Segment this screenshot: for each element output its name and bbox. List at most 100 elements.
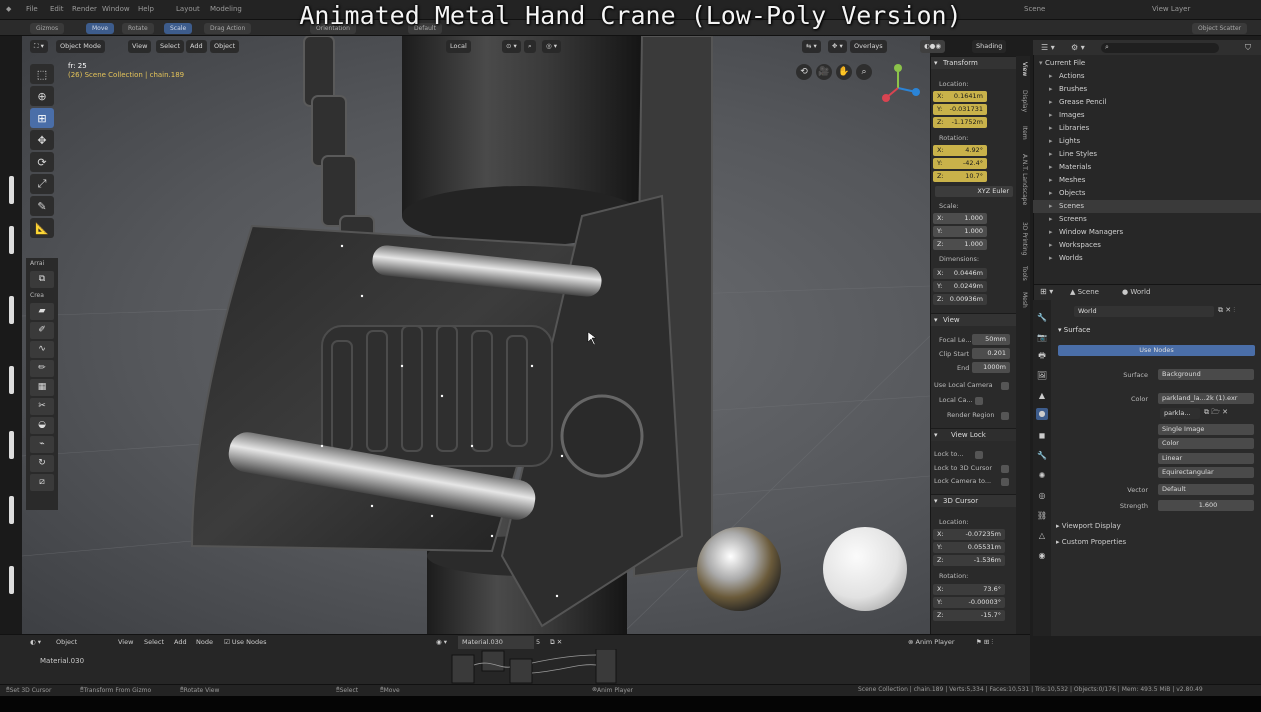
cursor-rotation-z-field[interactable]: Z: -15.7° <box>933 610 1005 621</box>
knife-tool-icon[interactable]: ⌁ <box>30 436 54 453</box>
blender-logo-icon[interactable]: ◆ <box>6 5 11 13</box>
dimensions-z-field[interactable]: Z: 0.00936m <box>933 294 987 305</box>
anim-player-button[interactable]: ⊗ Anim Player <box>908 636 955 649</box>
outliner-item-libraries[interactable]: Libraries <box>1033 122 1261 135</box>
modifier-tab-icon[interactable]: 🔧 <box>1036 450 1048 462</box>
axis-navigation-gizmo[interactable] <box>868 58 928 118</box>
surface-dropdown[interactable]: Background <box>1158 369 1254 380</box>
shader-menu-add[interactable]: Add <box>174 636 187 649</box>
array-tool-icon[interactable]: ⧉ <box>30 271 54 288</box>
custom-properties-section[interactable]: ▸ Custom Properties <box>1056 538 1126 546</box>
shader-type-dropdown[interactable]: Object <box>56 636 77 649</box>
tab-layout[interactable]: Layout <box>176 5 200 13</box>
move-tool-button[interactable]: Move <box>86 23 115 34</box>
grid-tool-icon[interactable]: ▦ <box>30 379 54 396</box>
viewport-menu-object[interactable]: Object <box>210 40 240 53</box>
viewport-menu-add[interactable]: Add <box>186 40 207 53</box>
pivot-icon[interactable]: ⊙ ▾ <box>502 40 521 53</box>
shader-menu-view[interactable]: View <box>118 636 133 649</box>
cursor-location-z-field[interactable]: Z: -1.536m <box>933 555 1005 566</box>
output-tab-icon[interactable]: 🖶 <box>1036 350 1048 362</box>
outliner-item-images[interactable]: Images <box>1033 109 1261 122</box>
viewport-menu-view[interactable]: View <box>128 40 152 53</box>
sidebar-tab-display[interactable]: Display <box>1018 90 1028 112</box>
drag-action-dropdown[interactable]: Drag Action <box>204 23 252 34</box>
world-datablock-icons[interactable]: ⧉ ✕ ⫶ <box>1218 306 1235 315</box>
menu-window[interactable]: Window <box>102 5 130 13</box>
breadcrumb-world[interactable]: ● World <box>1122 288 1150 296</box>
filter-icon[interactable]: ⛉ <box>1245 43 1251 53</box>
cursor-tool-icon[interactable]: ⊕ <box>30 86 54 106</box>
sidebar-tab-tools[interactable]: Tools <box>1018 266 1028 281</box>
menu-file[interactable]: File <box>26 5 38 13</box>
sidebar-tab-mesh[interactable]: Mesh <box>1018 292 1028 308</box>
rotate-tool-icon[interactable]: ⟳ <box>30 152 54 172</box>
proportional-edit-icon[interactable]: ◎ ▾ <box>542 40 562 53</box>
mode-dropdown[interactable]: Object Mode <box>56 40 105 53</box>
outliner-item-brushes[interactable]: Brushes <box>1033 83 1261 96</box>
material-tab-icon[interactable]: ◉ <box>1036 550 1048 562</box>
bevel-tool-icon[interactable]: ◒ <box>30 417 54 434</box>
brush-tool-icon[interactable]: ✏ <box>30 360 54 377</box>
view-object-types-icon[interactable]: ⇆ ▾ <box>802 40 821 53</box>
image-source-dropdown[interactable]: Single Image <box>1158 424 1254 435</box>
world-tab-icon[interactable]: ● <box>1036 408 1048 420</box>
sidebar-tab-item[interactable]: Item <box>1018 126 1028 140</box>
scale-z-field[interactable]: Z: 1.000 <box>933 239 987 250</box>
orientation-dropdown[interactable]: Local <box>446 40 471 53</box>
location-z-field[interactable]: Z: -1.1752m <box>933 117 987 128</box>
curve-tool-icon[interactable]: ∿ <box>30 341 54 358</box>
scene-selector[interactable]: Scene <box>1024 5 1045 13</box>
camera-view-icon[interactable]: 🎥 <box>816 64 832 80</box>
material-datablock-icons[interactable]: ⧉ ✕ <box>550 636 562 649</box>
shader-header-icons[interactable]: ⚑ ⊞ ⫶ <box>976 636 993 649</box>
scale-tool-button[interactable]: Scale <box>164 23 193 34</box>
cursor-rotation-x-field[interactable]: X: 73.6° <box>933 584 1005 595</box>
sidebar-tab-view[interactable]: View <box>1018 62 1028 76</box>
location-x-field[interactable]: X: 0.1641m <box>933 91 987 102</box>
focal-length-field[interactable]: 50mm <box>972 334 1010 345</box>
world-name-field[interactable]: World <box>1074 306 1214 317</box>
sidebar-tab-3d-printing[interactable]: 3D Printing <box>1018 222 1028 255</box>
projection-dropdown[interactable]: Equirectangular <box>1158 467 1254 478</box>
menu-help[interactable]: Help <box>138 5 154 13</box>
outliner-item-screens[interactable]: Screens <box>1033 213 1261 226</box>
outliner-item-worlds[interactable]: Worlds <box>1033 252 1261 265</box>
outliner-root[interactable]: Current File <box>1033 57 1261 70</box>
3d-viewport[interactable] <box>22 36 930 634</box>
outliner-item-actions[interactable]: Actions <box>1033 70 1261 83</box>
scale-tool-icon[interactable]: ⤢ <box>30 174 54 194</box>
display-mode-icon[interactable]: ⚙ ▾ <box>1071 43 1085 52</box>
rotation-x-field[interactable]: X: 4.92° <box>933 145 987 156</box>
particles-tab-icon[interactable]: ✺ <box>1036 470 1048 482</box>
spin-tool-icon[interactable]: ↻ <box>30 455 54 472</box>
scene-tab-icon[interactable]: ▲ <box>1036 390 1048 402</box>
strength-field[interactable]: 1.600 <box>1158 500 1254 511</box>
create-tool-icon[interactable]: ▰ <box>30 303 54 320</box>
material-user-count[interactable]: 5 <box>536 636 540 649</box>
surface-section[interactable]: ▾ Surface <box>1058 326 1090 334</box>
viewport-menu-select[interactable]: Select <box>156 40 185 53</box>
location-y-field[interactable]: Y: -0.031731 <box>933 104 987 115</box>
scale-y-field[interactable]: Y: 1.000 <box>933 226 987 237</box>
outliner-item-scenes[interactable]: Scenes <box>1033 200 1261 213</box>
select-box-tool-icon[interactable]: ⬚ <box>30 64 54 84</box>
data-tab-icon[interactable]: △ <box>1036 530 1048 542</box>
overlays-dropdown[interactable]: Overlays <box>850 40 887 53</box>
interpolation-dropdown[interactable]: Linear <box>1158 453 1254 464</box>
lock-camera-checkbox[interactable] <box>1001 478 1009 486</box>
transform-tool-icon[interactable]: ⊞ <box>30 108 54 128</box>
rotate-tool-button[interactable]: Rotate <box>122 23 154 34</box>
shear-tool-icon[interactable]: ⧄ <box>30 474 54 491</box>
material-slot-icon[interactable]: ◉ ▾ <box>436 636 447 649</box>
shader-editor-type-icon[interactable]: ◐ ▾ <box>30 636 41 649</box>
scale-x-field[interactable]: X: 1.000 <box>933 213 987 224</box>
menu-edit[interactable]: Edit <box>50 5 64 13</box>
menu-render[interactable]: Render <box>72 5 97 13</box>
use-nodes-checkbox[interactable]: ☑ Use Nodes <box>224 636 266 649</box>
outliner-editor-icon[interactable]: ☰ ▾ <box>1041 43 1055 52</box>
navigation-rotate-icon[interactable]: ⟲ <box>796 64 812 80</box>
pan-view-icon[interactable]: ✋ <box>836 64 852 80</box>
outliner-item-grease-pencil[interactable]: Grease Pencil <box>1033 96 1261 109</box>
snap-icon[interactable]: ⌕ <box>524 40 536 53</box>
